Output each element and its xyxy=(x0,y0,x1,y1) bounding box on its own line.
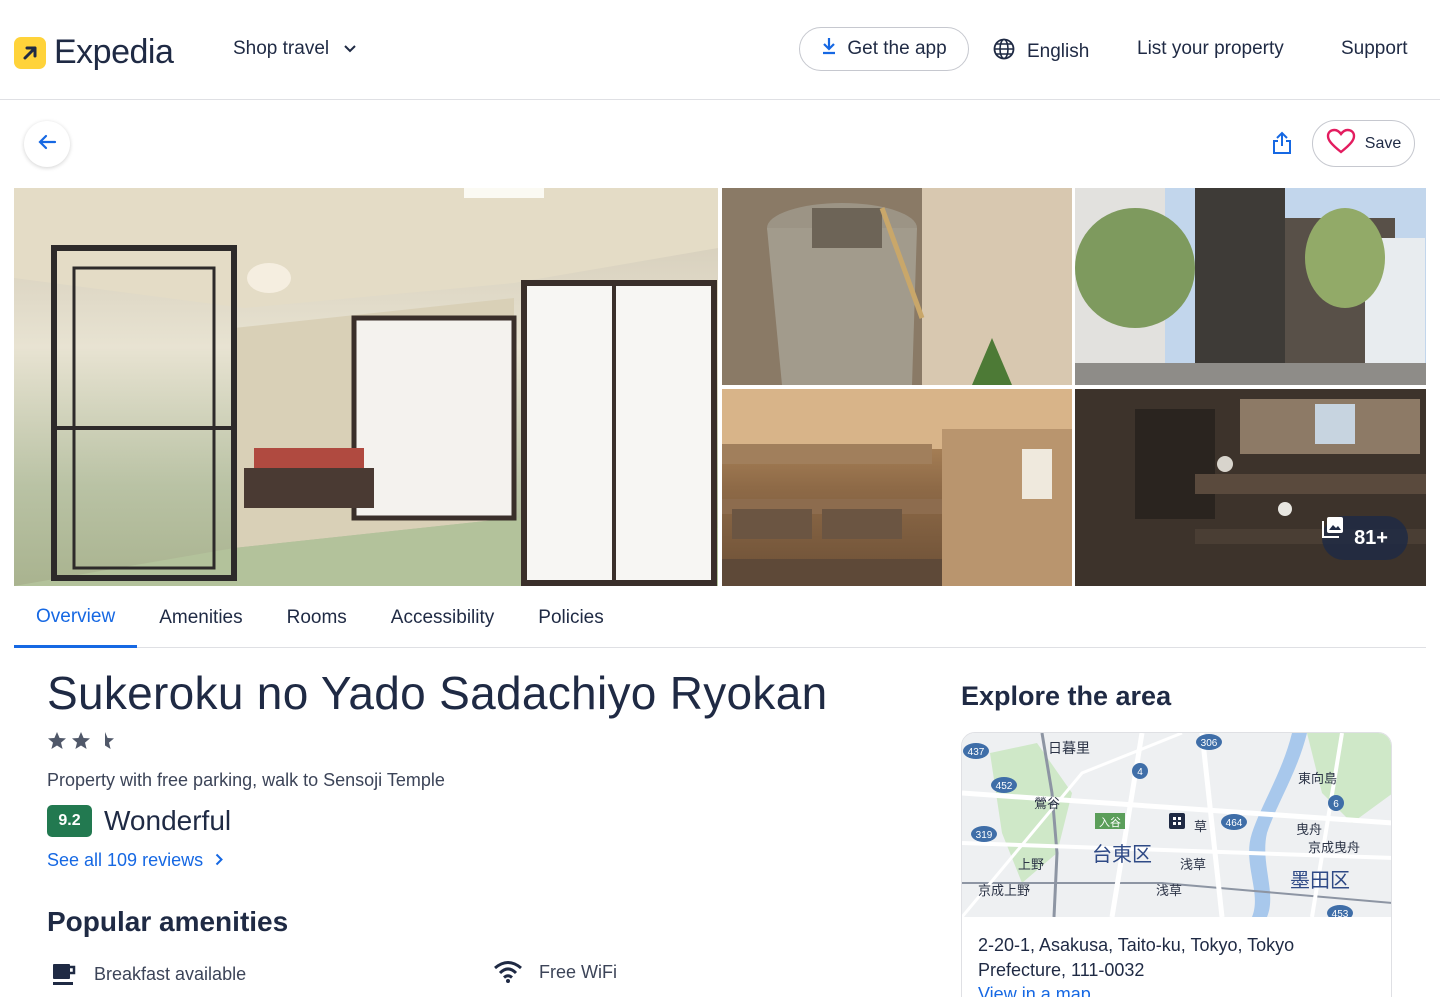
save-label: Save xyxy=(1364,134,1402,152)
language-selector[interactable]: English xyxy=(993,38,1089,66)
save-button[interactable]: Save xyxy=(1312,120,1415,167)
view-all-photos-button[interactable]: 81+ xyxy=(1322,516,1408,560)
area-map[interactable]: 306 437 452 319 464 4 6 453 日暮里 鶯谷 入谷 台東… xyxy=(962,733,1391,921)
list-property-link[interactable]: List your property xyxy=(1137,38,1284,60)
main-photo-tatami-room[interactable] xyxy=(14,188,718,586)
photo-exterior-street[interactable] xyxy=(1075,188,1426,385)
map-label: 墨田区 xyxy=(1290,868,1350,892)
route-shield: 306 xyxy=(1196,734,1222,750)
tab-accessibility[interactable]: Accessibility xyxy=(369,588,516,648)
coffee-cup-icon xyxy=(50,960,78,988)
download-icon xyxy=(821,37,837,61)
map-label: 鶯谷 xyxy=(1034,797,1060,812)
svg-text:306: 306 xyxy=(1201,738,1218,749)
brand-name: Expedia xyxy=(54,33,174,71)
explore-area-heading: Explore the area xyxy=(961,681,1172,711)
property-address: 2-20-1, Asakusa, Taito-ku, Tokyo, Tokyo … xyxy=(978,935,1295,980)
back-button[interactable] xyxy=(24,121,70,167)
view-in-map-link[interactable]: View in a map xyxy=(978,984,1091,997)
amenity-label: Breakfast available xyxy=(94,963,247,984)
rating-word: Wonderful xyxy=(104,805,232,836)
svg-text:319: 319 xyxy=(976,830,993,841)
chevron-right-icon xyxy=(215,850,224,871)
share-icon xyxy=(1272,131,1292,160)
arrow-left-icon xyxy=(37,134,57,155)
amenity-breakfast: Breakfast available xyxy=(50,960,246,988)
photo-gallery: 81+ xyxy=(14,188,1426,586)
star-rating xyxy=(47,731,115,756)
shop-travel-menu[interactable]: Shop travel xyxy=(233,38,357,60)
svg-text:6: 6 xyxy=(1333,799,1339,810)
star-icon xyxy=(71,731,91,756)
map-label: 京成上野 xyxy=(978,884,1030,899)
support-link[interactable]: Support xyxy=(1341,38,1408,60)
star-icon xyxy=(47,731,67,756)
photo-bath-shelves[interactable] xyxy=(722,389,1072,586)
route-shield: 319 xyxy=(971,826,997,842)
route-shield: 452 xyxy=(991,777,1017,793)
map-label: 日暮里 xyxy=(1048,741,1090,757)
amenity-wifi: Free WiFi xyxy=(493,960,617,984)
map-label: 浅草 xyxy=(1156,884,1182,899)
map-label: 曳舟 xyxy=(1296,823,1322,838)
see-all-reviews-link[interactable]: See all 109 reviews xyxy=(47,850,224,871)
tab-policies[interactable]: Policies xyxy=(516,588,625,648)
get-app-label: Get the app xyxy=(847,38,947,59)
language-label: English xyxy=(1027,41,1090,62)
map-label: 上野 xyxy=(1018,858,1044,873)
photo-lobby-display[interactable]: 81+ xyxy=(1075,389,1426,586)
heart-icon xyxy=(1326,128,1356,159)
shop-travel-label: Shop travel xyxy=(233,38,330,59)
amenity-label: Free WiFi xyxy=(539,961,617,982)
map-label: 草 xyxy=(1194,820,1207,835)
map-label: 浅草 xyxy=(1180,858,1206,873)
globe-icon xyxy=(993,38,1015,66)
expedia-logo[interactable]: Expedia xyxy=(14,33,174,72)
property-title: Sukeroku no Yado Sadachiyo Ryokan xyxy=(47,667,828,719)
tab-overview[interactable]: Overview xyxy=(14,588,138,648)
reviews-link-label: See all 109 reviews xyxy=(47,850,204,870)
svg-text:437: 437 xyxy=(968,747,985,758)
route-shield: 4 xyxy=(1132,763,1148,779)
wifi-icon xyxy=(493,960,523,984)
svg-text:452: 452 xyxy=(996,781,1013,792)
svg-text:453: 453 xyxy=(1332,909,1349,917)
map-label: 東向島 xyxy=(1298,771,1337,787)
get-app-button[interactable]: Get the app xyxy=(799,27,969,71)
popular-amenities-heading: Popular amenities xyxy=(47,906,289,937)
route-shield: 6 xyxy=(1328,795,1344,811)
guest-rating: 9.2 Wonderful xyxy=(47,805,231,837)
map-label: 台東区 xyxy=(1092,842,1152,866)
half-star-icon xyxy=(95,731,115,756)
map-card: 306 437 452 319 464 4 6 453 日暮里 鶯谷 入谷 台東… xyxy=(961,732,1392,997)
hotel-location-icon xyxy=(1169,813,1185,829)
tab-rooms[interactable]: Rooms xyxy=(265,588,369,648)
expedia-logo-icon xyxy=(14,36,46,69)
rating-score-badge: 9.2 xyxy=(47,805,92,837)
chevron-down-icon xyxy=(343,38,357,60)
site-header: Expedia Shop travel Get the app English … xyxy=(0,0,1440,100)
map-label: 京成曳舟 xyxy=(1308,841,1360,856)
svg-text:4: 4 xyxy=(1137,767,1143,778)
property-tabs: Overview Amenities Rooms Accessibility P… xyxy=(14,588,1426,648)
svg-text:464: 464 xyxy=(1226,818,1243,829)
tab-amenities[interactable]: Amenities xyxy=(137,588,264,648)
share-button[interactable] xyxy=(1262,125,1302,165)
route-shield: 437 xyxy=(963,743,989,759)
route-shield: 464 xyxy=(1221,814,1247,830)
map-label: 入谷 xyxy=(1099,816,1121,829)
property-tagline: Property with free parking, walk to Sens… xyxy=(47,770,445,790)
more-photos-count: 81+ xyxy=(1354,526,1388,549)
photo-stone-basin[interactable] xyxy=(722,188,1072,385)
